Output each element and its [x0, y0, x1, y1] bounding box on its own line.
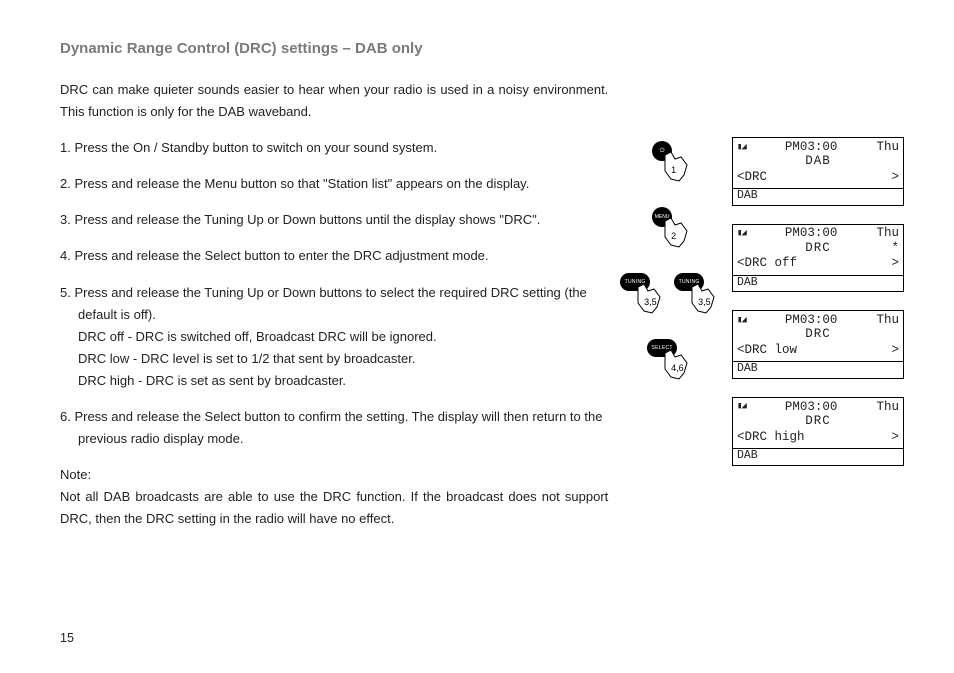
note-label: Note: [60, 464, 608, 486]
lcd-day: Thu [876, 314, 899, 328]
step-3: 3. Press and release the Tuning Up or Do… [60, 209, 608, 231]
lcd-footer: DAB [733, 275, 903, 292]
arrow-left-icon: < [737, 170, 745, 184]
lcd-option: DRC [745, 170, 768, 184]
press-icon-menu: MENU 2 [647, 205, 693, 261]
lcd-screen-1: ▮◢ PM03:00 Thu DAB <DRC > DAB [732, 137, 904, 206]
step-5-line3: DRC off - DRC is switched off, Broadcast… [60, 326, 608, 348]
lcd-title: DRC [737, 415, 899, 430]
lcd-title: DAB [737, 155, 899, 170]
lcd-header-row: ▮◢ PM03:00 Thu [737, 227, 899, 242]
lcd-day: Thu [876, 401, 899, 415]
press-icon-power: ⏻ 1 [647, 139, 693, 195]
lcd-header-row: ▮◢ PM03:00 Thu [737, 400, 899, 415]
arrow-left-icon: < [737, 343, 745, 357]
arrow-left-icon: < [737, 256, 745, 270]
lcd-title: DRC [745, 242, 892, 257]
step-6-line2: previous radio display mode. [60, 428, 608, 450]
arrow-right-icon: > [891, 344, 899, 358]
signal-icon: ▮◢ [737, 402, 746, 412]
signal-icon: ▮◢ [737, 143, 746, 153]
body-text-column: DRC can make quieter sounds easier to he… [60, 79, 608, 545]
lcd-header-row: ▮◢ PM03:00 Thu [737, 313, 899, 328]
manual-page: Dynamic Range Control (DRC) settings – D… [0, 0, 954, 673]
arrow-right-icon: > [891, 171, 899, 185]
arrow-right-icon: > [891, 431, 899, 445]
lcd-option-row: <DRC high > [737, 430, 899, 445]
note-body: Not all DAB broadcasts are able to use t… [60, 486, 608, 530]
button-icons-column: ⏻ 1 MENU 2 TUNING 3,5 [616, 79, 724, 545]
step-6: 6. Press and release the Select button t… [60, 406, 608, 450]
step-5-line2: default is off). [60, 304, 608, 326]
section-title: Dynamic Range Control (DRC) settings – D… [60, 40, 904, 57]
lcd-option: DRC high [745, 430, 805, 444]
lcd-day: Thu [876, 227, 899, 241]
step-5-line5: DRC high - DRC is set as sent by broadca… [60, 370, 608, 392]
icon-step-number: 3,5 [644, 297, 657, 307]
step-5-line4: DRC low - DRC level is set to 1/2 that s… [60, 348, 608, 370]
lcd-title: DRC [737, 328, 899, 343]
step-1: 1. Press the On / Standby button to swit… [60, 137, 608, 159]
press-icon-select: SELECT 4,6 [647, 337, 693, 393]
lcd-time: PM03:00 [785, 227, 838, 241]
arrow-right-icon: > [891, 257, 899, 271]
step-5: 5. Press and release the Tuning Up or Do… [60, 282, 608, 392]
lcd-header-row: ▮◢ PM03:00 Thu [737, 140, 899, 155]
lcd-footer: DAB [733, 448, 903, 465]
star-icon: * [891, 242, 899, 256]
lcd-footer: DAB [733, 361, 903, 378]
lcd-day: Thu [876, 141, 899, 155]
note-block: Note: Not all DAB broadcasts are able to… [60, 464, 608, 530]
icon-step-number: 3,5 [698, 297, 711, 307]
lcd-title-row: DRC * [737, 242, 899, 257]
press-icon-tuning-up: TUNING 3,5 [674, 271, 720, 327]
lcd-screen-3: ▮◢ PM03:00 Thu DRC <DRC low > DAB [732, 310, 904, 379]
lcd-option-row: <DRC > [737, 170, 899, 185]
lcd-footer: DAB [733, 188, 903, 205]
content-columns: DRC can make quieter sounds easier to he… [60, 79, 904, 545]
signal-icon: ▮◢ [737, 229, 746, 239]
intro-paragraph: DRC can make quieter sounds easier to he… [60, 79, 608, 123]
lcd-option-row: <DRC low > [737, 343, 899, 358]
lcd-option-row: <DRC off > [737, 257, 899, 272]
lcd-option: DRC low [745, 343, 798, 357]
icon-step-number: 2 [671, 231, 676, 241]
step-2: 2. Press and release the Menu button so … [60, 173, 608, 195]
press-icon-tuning-row: TUNING 3,5 TUNING 3,5 [620, 271, 720, 327]
lcd-option: DRC off [745, 256, 798, 270]
lcd-time: PM03:00 [785, 401, 838, 415]
press-icon-tuning-down: TUNING 3,5 [620, 271, 666, 327]
step-4: 4. Press and release the Select button t… [60, 245, 608, 267]
lcd-screen-2: ▮◢ PM03:00 Thu DRC * <DRC off > DAB [732, 224, 904, 293]
signal-icon: ▮◢ [737, 316, 746, 326]
step-6-line1: 6. Press and release the Select button t… [60, 406, 608, 428]
arrow-left-icon: < [737, 430, 745, 444]
page-number: 15 [60, 631, 74, 645]
lcd-screens-column: ▮◢ PM03:00 Thu DAB <DRC > DAB ▮◢ [732, 79, 904, 545]
lcd-time: PM03:00 [785, 141, 838, 155]
step-5-line1: 5. Press and release the Tuning Up or Do… [60, 282, 608, 304]
lcd-screen-4: ▮◢ PM03:00 Thu DRC <DRC high > DAB [732, 397, 904, 466]
icon-step-number: 4,6 [671, 363, 684, 373]
lcd-time: PM03:00 [785, 314, 838, 328]
icon-step-number: 1 [671, 165, 676, 175]
